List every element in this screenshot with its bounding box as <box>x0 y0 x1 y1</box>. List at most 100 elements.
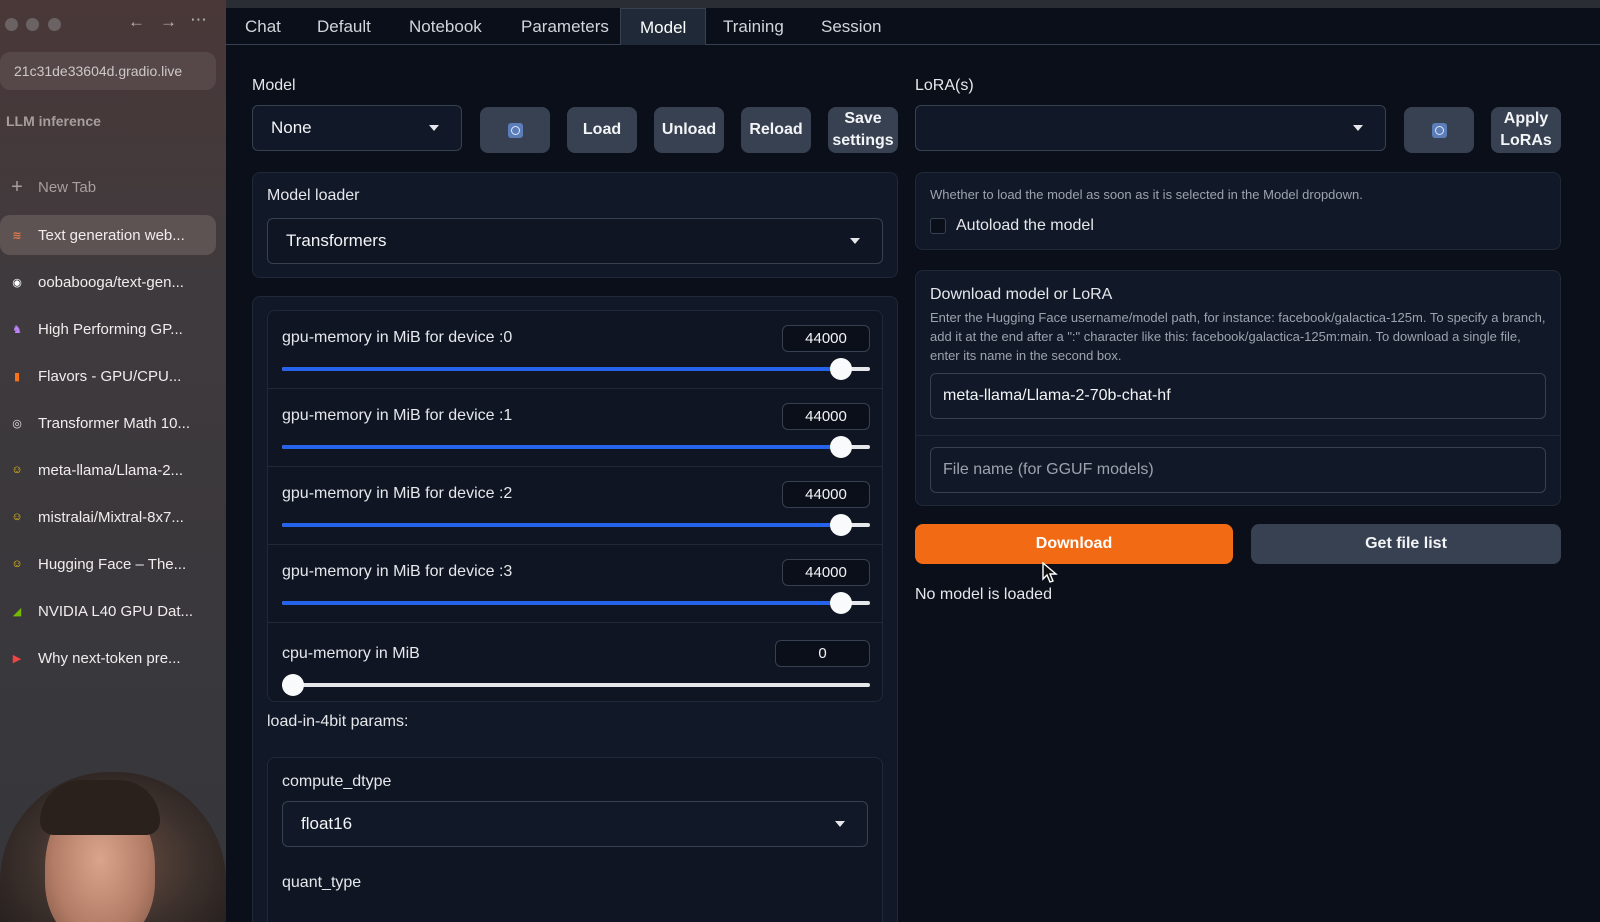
browser-sidebar: ← → ⋯ 21c31de33604d.gradio.live LLM infe… <box>0 0 226 922</box>
gpu-memory-label: gpu-memory in MiB for device :1 <box>282 407 513 424</box>
sidebar-tab[interactable]: ☺ Hugging Face – The... <box>0 544 216 584</box>
gpu-memory-slider-row: gpu-memory in MiB for device :1 44000 <box>268 389 882 467</box>
download-title: Download model or LoRA <box>930 286 1113 303</box>
gpu-memory-track[interactable] <box>282 592 870 614</box>
refresh-icon <box>507 122 523 138</box>
sidebar-tab[interactable]: ▶ Why next-token pre... <box>0 638 216 678</box>
space-name: LLM inference <box>6 113 101 129</box>
model-dropdown[interactable]: None <box>252 105 462 151</box>
back-icon[interactable]: ← <box>128 12 145 32</box>
tab-model[interactable]: Model <box>620 8 707 45</box>
model-selected: None <box>271 118 312 137</box>
chevron-down-icon <box>429 125 439 131</box>
hugging-face-icon: ☺ <box>11 464 23 476</box>
sidebar-tab[interactable]: ▮ Flavors - GPU/CPU... <box>0 356 216 396</box>
gpu-memory-fill <box>282 445 841 449</box>
gpu-memory-track[interactable] <box>282 514 870 536</box>
sidebar-tab[interactable]: ☺ meta-llama/Llama-2... <box>0 450 216 490</box>
fox-icon: ♞ <box>12 323 22 336</box>
model-path-input[interactable]: meta-llama/Llama-2-70b-chat-hf <box>930 373 1546 419</box>
lora-dropdown[interactable] <box>915 105 1386 151</box>
forward-icon[interactable]: → <box>160 12 177 32</box>
sidebar-tab[interactable]: ◎ Transformer Math 10... <box>0 403 216 443</box>
get-file-list-button[interactable]: Get file list <box>1251 524 1561 564</box>
compute-dtype-selected: float16 <box>301 814 353 833</box>
cpu-memory-track[interactable] <box>282 674 870 696</box>
hugging-face-icon: ☺ <box>11 511 23 523</box>
load-button[interactable]: Load <box>567 107 637 153</box>
chevron-down-icon <box>850 238 860 244</box>
new-tab-label: New Tab <box>38 179 97 196</box>
gpu-memory-track[interactable] <box>282 358 870 380</box>
sidebar-tab-label: Flavors - GPU/CPU... <box>38 367 182 385</box>
sidebar-tab[interactable]: ≋ Text generation web... <box>0 215 216 255</box>
cpu-memory-thumb[interactable] <box>282 674 304 696</box>
save-settings-button[interactable]: Save settings <box>828 107 898 153</box>
sidebar-tab[interactable]: ♞ High Performing GP... <box>0 309 216 349</box>
download-divider <box>916 435 1560 436</box>
top-strip <box>226 0 1600 8</box>
tab-session[interactable]: Session <box>802 8 900 45</box>
gpu-memory-thumb[interactable] <box>829 514 852 536</box>
youtube-icon: ▶ <box>12 652 22 665</box>
memory-sliders-group: gpu-memory in MiB for device :0 44000 gpu-… <box>267 310 883 702</box>
sidebar-tab[interactable]: ☺ mistralai/Mixtral-8x7... <box>0 497 216 537</box>
refresh-model-button[interactable] <box>480 107 550 153</box>
model-loader-dropdown[interactable]: Transformers <box>267 218 883 264</box>
sidebar-tab[interactable]: ◢ NVIDIA L40 GPU Dat... <box>0 591 216 631</box>
sidebar-tab-label: Why next-token pre... <box>38 649 181 667</box>
tab-chat[interactable]: Chat <box>226 8 300 45</box>
maximize-window-button[interactable] <box>48 18 61 31</box>
gpu-memory-slider-row: gpu-memory in MiB for device :0 44000 <box>268 311 882 389</box>
main-tab-bar: Chat Default Notebook Parameters Model Traini… <box>226 8 1600 45</box>
gpu-memory-label: gpu-memory in MiB for device :3 <box>282 563 513 580</box>
github-icon: ◉ <box>12 276 22 289</box>
tab-default[interactable]: Default <box>298 8 390 45</box>
tab-training[interactable]: Training <box>704 8 803 45</box>
hugging-face-icon: ☺ <box>11 558 23 570</box>
mouse-cursor-icon <box>1042 562 1058 583</box>
load-4bit-label: load-in-4bit params: <box>267 713 409 730</box>
tab-parameters[interactable]: Parameters <box>502 8 628 45</box>
unload-button[interactable]: Unload <box>654 107 724 153</box>
tab-notebook[interactable]: Notebook <box>390 8 501 45</box>
gpu-memory-track[interactable] <box>282 436 870 458</box>
minimize-window-button[interactable] <box>26 18 39 31</box>
cpu-memory-slider-row: cpu-memory in MiB 0 <box>268 623 882 703</box>
lora-label: LoRA(s) <box>915 77 974 94</box>
more-icon[interactable]: ⋯ <box>190 10 207 30</box>
reload-button[interactable]: Reload <box>741 107 811 153</box>
gpu-memory-input[interactable]: 44000 <box>782 481 870 508</box>
gpu-memory-input[interactable]: 44000 <box>782 325 870 352</box>
compute-dtype-dropdown[interactable]: float16 <box>282 801 868 847</box>
cpu-memory-label: cpu-memory in MiB <box>282 645 420 662</box>
cpu-memory-input[interactable]: 0 <box>775 640 870 667</box>
close-window-button[interactable] <box>5 18 18 31</box>
refresh-lora-button[interactable] <box>1404 107 1474 153</box>
stack-icon: ≋ <box>12 229 22 242</box>
load-4bit-params-group: compute_dtype float16 quant_type <box>267 757 883 922</box>
url-bar[interactable]: 21c31de33604d.gradio.live <box>0 52 216 90</box>
model-loader-label: Model loader <box>267 187 360 204</box>
loader-settings-panel: gpu-memory in MiB for device :0 44000 gpu-… <box>252 296 898 922</box>
gpu-memory-input[interactable]: 44000 <box>782 403 870 430</box>
gpu-memory-label: gpu-memory in MiB for device :0 <box>282 329 513 346</box>
gpu-memory-input[interactable]: 44000 <box>782 559 870 586</box>
download-button[interactable]: Download <box>915 524 1233 564</box>
brand-icon: ▮ <box>13 370 21 383</box>
sidebar-tab-label: Text generation web... <box>38 226 185 244</box>
new-tab-button[interactable]: + New Tab <box>8 176 96 199</box>
sidebar-tab-label: meta-llama/Llama-2... <box>38 461 184 479</box>
gpu-memory-thumb[interactable] <box>829 436 852 458</box>
sidebar-tab[interactable]: ◉ oobabooga/text-gen... <box>0 262 216 302</box>
webcam-hair <box>40 780 160 835</box>
file-name-input[interactable]: File name (for GGUF models) <box>930 447 1546 493</box>
autoload-panel: Whether to load the model as soon as it … <box>915 172 1561 250</box>
gpu-memory-slider-row: gpu-memory in MiB for device :2 44000 <box>268 467 882 545</box>
gpu-memory-label: gpu-memory in MiB for device :2 <box>282 485 513 502</box>
sidebar-tab-label: NVIDIA L40 GPU Dat... <box>38 602 194 620</box>
gpu-memory-thumb[interactable] <box>829 358 852 380</box>
apply-loras-button[interactable]: Apply LoRAs <box>1491 107 1561 153</box>
autoload-checkbox[interactable] <box>930 218 946 234</box>
gpu-memory-thumb[interactable] <box>829 592 852 614</box>
